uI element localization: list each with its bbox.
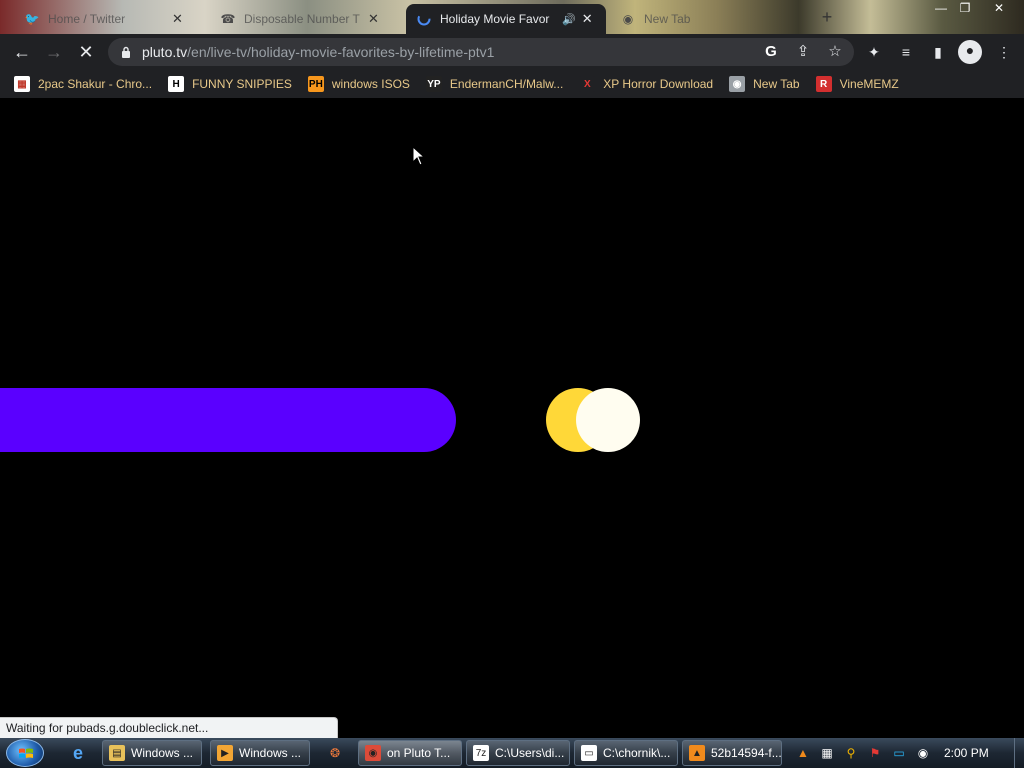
browser-window: 🐦 Home / Twitter ✕ ☎ Disposable Number T… (0, 0, 1024, 768)
close-icon[interactable]: ✕ (582, 11, 593, 27)
chrome-icon: ◉ (365, 745, 381, 761)
address-bar[interactable]: pluto.tv/en/live-tv/holiday-movie-favori… (108, 38, 854, 66)
taskbar-button-label: C:\Users\di... (495, 746, 565, 760)
loading-toggle-shape (546, 388, 640, 452)
folder-icon: ▤ (109, 745, 125, 761)
x-logo-icon: X (579, 76, 596, 92)
bookmark-label: windows ISOS (331, 77, 410, 91)
windows-logo-icon (19, 748, 33, 758)
new-tab-button[interactable]: + (816, 6, 838, 28)
volume-tray-icon[interactable]: ◉ (914, 744, 932, 762)
internet-explorer-icon[interactable]: e (66, 742, 90, 764)
bookmark-label: 2pac Shakur - Chro... (38, 77, 153, 91)
ph-logo-icon: PH (307, 76, 324, 92)
window-icon: ▭ (581, 745, 597, 761)
taskbar-button[interactable]: ▤ Windows ... (102, 740, 202, 766)
bookmark-label: VineMEMZ (839, 77, 899, 91)
stop-loading-button[interactable]: ✕ (74, 40, 98, 64)
taskbar-button-label: 52b14594-f... (711, 746, 782, 760)
side-panel-icon[interactable]: ▮ (928, 42, 948, 62)
7zip-icon: 7z (473, 745, 489, 761)
taskbar-button-label: Windows ... (131, 746, 194, 760)
media-queue-icon[interactable]: ≡ (896, 42, 916, 62)
tab-new-tab[interactable]: ◉ New Tab (610, 4, 772, 34)
close-window-icon[interactable]: ✕ (986, 0, 1012, 18)
bookmark-label: XP Horror Download (603, 77, 714, 91)
page-viewport (0, 98, 1024, 738)
white-circle (576, 388, 640, 452)
start-button[interactable] (6, 739, 44, 767)
taskbar-button[interactable]: ▶ Windows ... (210, 740, 310, 766)
taskbar-button[interactable]: ▲ 52b14594-f... (682, 740, 782, 766)
flag-tray-icon[interactable]: ⚑ (866, 744, 884, 762)
bookmark-label: FUNNY SNIPPIES (192, 77, 292, 91)
bookmark-item[interactable]: X XP Horror Download (579, 76, 713, 92)
network-tray-icon[interactable]: ▦ (818, 744, 836, 762)
google-icon[interactable]: G (762, 42, 780, 62)
tab-label: Disposable Number T (244, 12, 360, 26)
loading-bar-shape (0, 388, 456, 452)
speaker-icon[interactable]: 🔊 (562, 13, 576, 26)
tab-label: Holiday Movie Favor (440, 12, 550, 26)
browser-toolbar: ← → ✕ pluto.tv/en/live-tv/holiday-movie-… (0, 34, 1024, 70)
yp-logo-icon: YP (425, 76, 442, 92)
url-host: pluto.tv (142, 44, 188, 60)
taskbar-button[interactable]: ◉ on Pluto T... (358, 740, 462, 766)
tab-twitter[interactable]: 🐦 Home / Twitter ✕ (14, 4, 193, 34)
chrome-icon: ◉ (622, 12, 634, 26)
tab-holiday-movie[interactable]: Holiday Movie Favor 🔊 ✕ (406, 4, 606, 34)
bookmark-item[interactable]: H FUNNY SNIPPIES (168, 76, 292, 92)
status-bubble: Waiting for pubads.g.doubleclick.net... (0, 717, 338, 738)
vlc-icon: ▲ (689, 745, 705, 761)
phone-icon: ☎ (220, 12, 236, 26)
bookmark-label: EndermanCH/Malw... (449, 77, 564, 91)
bookmark-label: New Tab (753, 77, 800, 91)
store-icon: ▦ (14, 76, 30, 92)
taskbar-button-label: on Pluto T... (387, 746, 451, 760)
r-logo-icon: R (815, 76, 832, 92)
taskbar-button-label: Windows ... (239, 746, 302, 760)
tab-label: New Tab (644, 12, 691, 26)
url-path: /en/live-tv/holiday-movie-favorites-by-l… (187, 44, 495, 60)
taskbar-button[interactable]: ▭ C:\chornik\... (574, 740, 678, 766)
mouse-cursor-icon (412, 146, 426, 166)
url-text[interactable]: pluto.tv/en/live-tv/holiday-movie-favori… (142, 44, 494, 60)
media-player-icon: ▶ (217, 745, 233, 761)
display-tray-icon[interactable]: ▭ (890, 744, 908, 762)
search-tray-icon[interactable]: ⚲ (842, 744, 860, 762)
back-button[interactable]: ← (10, 40, 34, 64)
bookmark-item[interactable]: ▦ 2pac Shakur - Chro... (14, 76, 152, 92)
loading-icon (416, 11, 432, 27)
taskbar-button-label: C:\chornik\... (603, 746, 671, 760)
lock-icon[interactable] (118, 44, 134, 60)
taskbar-button[interactable]: 7z C:\Users\di... (466, 740, 570, 766)
taskbar-clock[interactable]: 2:00 PM (944, 746, 989, 760)
chrome-icon: ◉ (729, 76, 746, 92)
share-icon[interactable]: ⇪ (794, 42, 812, 62)
bookmark-item[interactable]: PH windows ISOS (307, 76, 410, 92)
tab-strip: 🐦 Home / Twitter ✕ ☎ Disposable Number T… (0, 0, 1024, 34)
minimize-icon[interactable]: — (928, 0, 954, 18)
bookmark-item[interactable]: YP EndermanCH/Malw... (425, 76, 564, 92)
twitter-icon: 🐦 (24, 12, 40, 26)
show-desktop-button[interactable] (1014, 738, 1024, 768)
bookmarks-bar: ▦ 2pac Shakur - Chro... H FUNNY SNIPPIES PH w… (0, 70, 1024, 98)
tab-label: Home / Twitter (48, 12, 126, 26)
profile-avatar-icon[interactable]: ● (958, 40, 982, 64)
close-icon[interactable]: ✕ (368, 11, 379, 27)
windows-taskbar: e ▤ Windows ... ▶ Windows ... ◉ on Pluto T...… (0, 738, 1024, 768)
bookmark-item[interactable]: R VineMEMZ (815, 76, 899, 92)
restore-icon[interactable]: ❐ (952, 0, 978, 18)
menu-dots-icon[interactable]: ⋮ (994, 42, 1014, 62)
app-launcher-icon[interactable]: ❂ (326, 744, 344, 762)
bookmark-star-icon[interactable]: ☆ (826, 42, 844, 62)
h-letter-icon: H (168, 76, 185, 92)
close-icon[interactable]: ✕ (172, 11, 183, 27)
vlc-tray-icon[interactable]: ▲ (794, 744, 812, 762)
extensions-puzzle-icon[interactable]: ✦ (864, 42, 884, 62)
tab-disposable-number[interactable]: ☎ Disposable Number T ✕ (210, 4, 389, 34)
bookmark-item[interactable]: ◉ New Tab (729, 76, 800, 92)
forward-button[interactable]: → (42, 40, 66, 64)
